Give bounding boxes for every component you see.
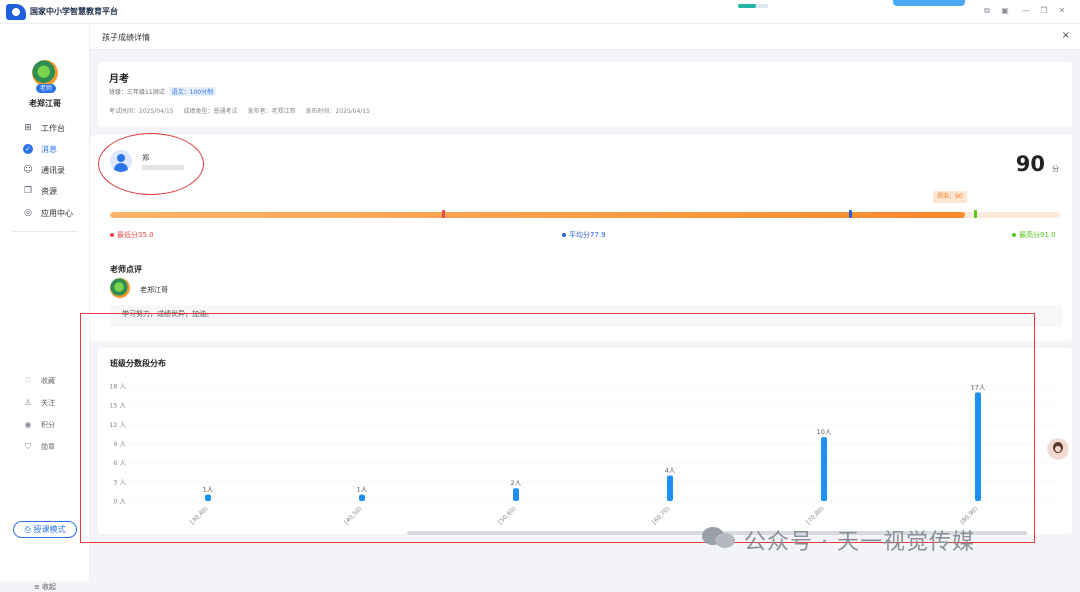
class-value: 三年级11测试: [127, 89, 165, 96]
avg-score-label: 平均分77.9: [569, 231, 606, 239]
sidebar: 老师 老郑江哥 ⊞ 工作台 ✓ 消息 ☺ 通讯录 ❐ 资源 ◎ 应用中心 ♡ 收…: [0, 24, 90, 591]
sidebar-item-label: 工作台: [41, 124, 65, 133]
exam-time: 考试时间：2025/04/15: [109, 108, 174, 115]
min-score-label: 最低分35.0: [117, 231, 154, 239]
min-marker: [441, 210, 445, 218]
sidebar-item-label: 关注: [41, 399, 55, 407]
score-tooltip: 郑浩：90: [933, 191, 967, 203]
sidebar-item-label: 通讯录: [41, 166, 65, 175]
sidebar-item-messages[interactable]: ✓ 消息: [0, 139, 90, 159]
points-icon: ◉: [24, 420, 32, 429]
exam-meta-row: 考试时间：2025/04/15 成绩类型：普通考试 发布者：老郑江哥 发布时间：…: [109, 106, 378, 115]
user-name: 老郑江哥: [29, 99, 61, 108]
assistant-avatar[interactable]: [1047, 438, 1069, 460]
platform-logo-icon: [6, 4, 26, 20]
max-dot-icon: [1012, 233, 1016, 237]
sidebar-item-label: 资源: [41, 187, 57, 196]
teacher-name: 老郑江哥: [140, 286, 168, 294]
app-title: 国家中小学智慧教育平台: [30, 7, 118, 16]
highlight-rectangle: [80, 313, 1035, 543]
max-score-label: 最高分91.0: [1019, 231, 1056, 239]
top-tab-indicator[interactable]: [893, 0, 965, 6]
sidebar-item-label: 消息: [41, 145, 57, 154]
pin-icon[interactable]: ▣: [1000, 6, 1010, 16]
restore-icon[interactable]: ❐: [1039, 6, 1049, 16]
heart-icon: ♡: [24, 376, 32, 385]
page-title: 孩子成绩详情: [102, 33, 150, 42]
follow-icon: ♙: [24, 398, 32, 407]
collapse-label: 收起: [42, 583, 57, 591]
min-score-legend: 最低分35.0: [110, 230, 154, 240]
class-label: 班级：: [109, 89, 128, 96]
watermark-text: 公众号 · 天一视觉传媒: [744, 530, 975, 555]
student-score: 90: [1015, 152, 1045, 176]
sidebar-item-medals[interactable]: ⛉ 勋章: [0, 437, 90, 457]
sidebar-item-app-center[interactable]: ◎ 应用中心: [0, 203, 90, 223]
role-badge: 老师: [36, 84, 56, 93]
avg-marker: [849, 210, 853, 218]
score-track: [110, 212, 1060, 218]
window-close-icon[interactable]: ✕: [1057, 6, 1067, 16]
score-card: 郑 90 分 郑浩：90 最低分35.0 平均分77.9 最高分91.0 老师点…: [90, 133, 1072, 341]
sidebar-item-contacts[interactable]: ☺ 通讯录: [0, 160, 90, 180]
message-icon: ✓: [23, 144, 33, 154]
avatar[interactable]: [32, 60, 58, 86]
min-dot-icon: [110, 233, 114, 237]
sidebar-item-label: 收藏: [41, 377, 55, 385]
exam-class-row: 班级：三年级11测试 语文：100分制: [109, 87, 217, 96]
score-unit: 分: [1052, 165, 1059, 173]
avg-dot-icon: [562, 233, 566, 237]
avg-score-legend: 平均分77.9: [562, 230, 606, 240]
comment-section-title: 老师点评: [110, 265, 142, 274]
resources-icon: ❐: [23, 186, 33, 196]
publish-time: 发布时间：2025/04/15: [305, 108, 370, 115]
sidebar-item-favorites[interactable]: ♡ 收藏: [0, 371, 90, 391]
wechat-icon: [702, 525, 736, 549]
page-header: 孩子成绩详情 ×: [90, 24, 1080, 50]
medal-icon: ⛉: [25, 442, 31, 451]
score-fill: [110, 212, 965, 218]
highlight-ellipse: [98, 133, 204, 195]
watermark: 公众号 · 天一视觉传媒: [702, 521, 1054, 555]
sidebar-item-points[interactable]: ◉ 积分: [0, 415, 90, 435]
max-score-legend: 最高分91.0: [1012, 230, 1056, 240]
minimize-icon[interactable]: —: [1021, 6, 1031, 16]
sidebar-item-label: 应用中心: [41, 209, 73, 218]
sidebar-item-resources[interactable]: ❐ 资源: [0, 181, 90, 201]
sidebar-item-label: 勋章: [41, 443, 55, 451]
app-center-icon: ◎: [24, 208, 32, 218]
subject-tag: 语文：100分制: [168, 87, 217, 96]
loading-indicator: [738, 4, 768, 8]
title-bar: 国家中小学智慧教育平台 ⧉ ▣ — ❐ ✕: [0, 0, 1080, 24]
sidebar-item-workbench[interactable]: ⊞ 工作台: [0, 118, 90, 138]
max-marker: [973, 210, 977, 218]
close-icon[interactable]: ×: [1062, 30, 1070, 41]
teaching-mode-button[interactable]: ⎙ 授课模式: [13, 521, 77, 538]
teaching-mode-label: 授课模式: [33, 525, 66, 534]
teacher-avatar: [110, 278, 130, 298]
sidebar-item-label: 积分: [41, 421, 55, 429]
collapse-button[interactable]: ≡ 收起: [0, 582, 90, 592]
exam-info-card: 月考 班级：三年级11测试 语文：100分制 考试时间：2025/04/15 成绩…: [98, 62, 1072, 127]
workbench-icon: ⊞: [24, 123, 32, 133]
contacts-icon: ☺: [23, 165, 33, 175]
publisher: 发布者：老郑江哥: [247, 108, 296, 115]
exam-name: 月考: [109, 74, 129, 85]
collapse-icon: ≡: [33, 583, 43, 591]
screenshot-icon[interactable]: ⧉: [982, 6, 992, 16]
sidebar-item-follow[interactable]: ♙ 关注: [0, 393, 90, 413]
sidebar-divider: [12, 231, 78, 232]
score-type: 成绩类型：普通考试: [183, 108, 238, 115]
